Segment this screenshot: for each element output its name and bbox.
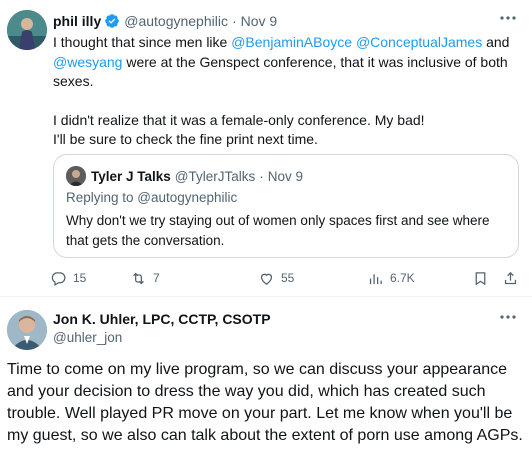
views-count: 6.7K xyxy=(390,271,415,285)
separator: · xyxy=(259,168,264,184)
text-segment: I thought that since men like xyxy=(53,34,232,50)
avatar[interactable] xyxy=(7,310,47,350)
quoted-tweet-header: Tyler J Talks @TylerJTalks · Nov 9 xyxy=(66,166,303,186)
quoted-tweet[interactable]: Tyler J Talks @TylerJTalks · Nov 9 Reply… xyxy=(53,154,519,258)
more-icon[interactable] xyxy=(498,309,518,325)
bookmark-button[interactable] xyxy=(472,266,495,290)
retweet-icon xyxy=(133,272,144,284)
like-button[interactable]: 55 xyxy=(258,266,294,290)
avatar-image xyxy=(7,310,47,350)
timestamp[interactable]: Nov 9 xyxy=(241,13,278,29)
separator: · xyxy=(231,13,237,29)
retweet-button[interactable]: 7 xyxy=(130,266,160,290)
verified-badge-icon xyxy=(105,14,120,28)
quoted-display-name: Tyler J Talks xyxy=(91,168,171,184)
quoted-avatar xyxy=(66,166,86,186)
reply-count: 15 xyxy=(73,271,87,285)
quoted-timestamp: Nov 9 xyxy=(267,168,304,184)
quoted-tweet-text: Why don't we try staying out of women on… xyxy=(66,213,490,248)
replying-to: Replying to @autogynephilic xyxy=(66,190,238,205)
share-icon xyxy=(504,271,517,284)
text-segment: were at the Genspect conference, that it… xyxy=(53,53,508,90)
like-count: 55 xyxy=(281,271,295,285)
share-button[interactable] xyxy=(502,266,525,290)
bookmark-icon xyxy=(475,271,486,285)
more-icon[interactable] xyxy=(498,10,518,26)
views-button[interactable]: 6.7K xyxy=(367,266,415,290)
mention-benjaminaboyce[interactable]: @BenjaminABoyce xyxy=(231,34,352,50)
like-icon xyxy=(260,273,273,285)
views-icon xyxy=(369,273,382,284)
action-bar: 15 7 55 6.7K xyxy=(45,266,525,290)
handle[interactable]: @uhler_jon xyxy=(53,330,122,345)
reply-button[interactable]: 15 xyxy=(50,266,86,290)
avatar[interactable] xyxy=(7,10,47,50)
reply-icon xyxy=(51,271,66,286)
retweet-count: 7 xyxy=(153,271,160,285)
handle[interactable]: @autogynephilic xyxy=(124,13,228,29)
tweet-text: I thought that since men like @BenjaminA… xyxy=(53,33,513,150)
quoted-avatar-image xyxy=(66,166,86,186)
tweet-phil-illy[interactable]: phil illy @autogynephilic · Nov 9 I thou… xyxy=(0,0,532,296)
mention-wesyang[interactable]: @wesyang xyxy=(53,54,122,70)
mention-conceptualjames[interactable]: @ConceptualJames xyxy=(356,34,482,50)
text-segment: I'll be sure to check the fine print nex… xyxy=(53,131,318,147)
quoted-handle: @TylerJTalks xyxy=(174,168,256,184)
tweet-text: Time to come on my live program, so we c… xyxy=(7,361,523,444)
display-name[interactable]: phil illy xyxy=(53,13,101,29)
text-segment: and xyxy=(482,34,510,50)
display-name[interactable]: Jon K. Uhler, LPC, CCTP, CSOTP xyxy=(53,311,271,327)
avatar-image xyxy=(7,10,47,50)
text-segment: I didn't realize that it was a female-on… xyxy=(53,111,425,128)
tweet-header: phil illy @autogynephilic · Nov 9 xyxy=(53,12,277,30)
tweet-jon-uhler[interactable]: Jon K. Uhler, LPC, CCTP, CSOTP @uhler_jo… xyxy=(0,297,532,450)
